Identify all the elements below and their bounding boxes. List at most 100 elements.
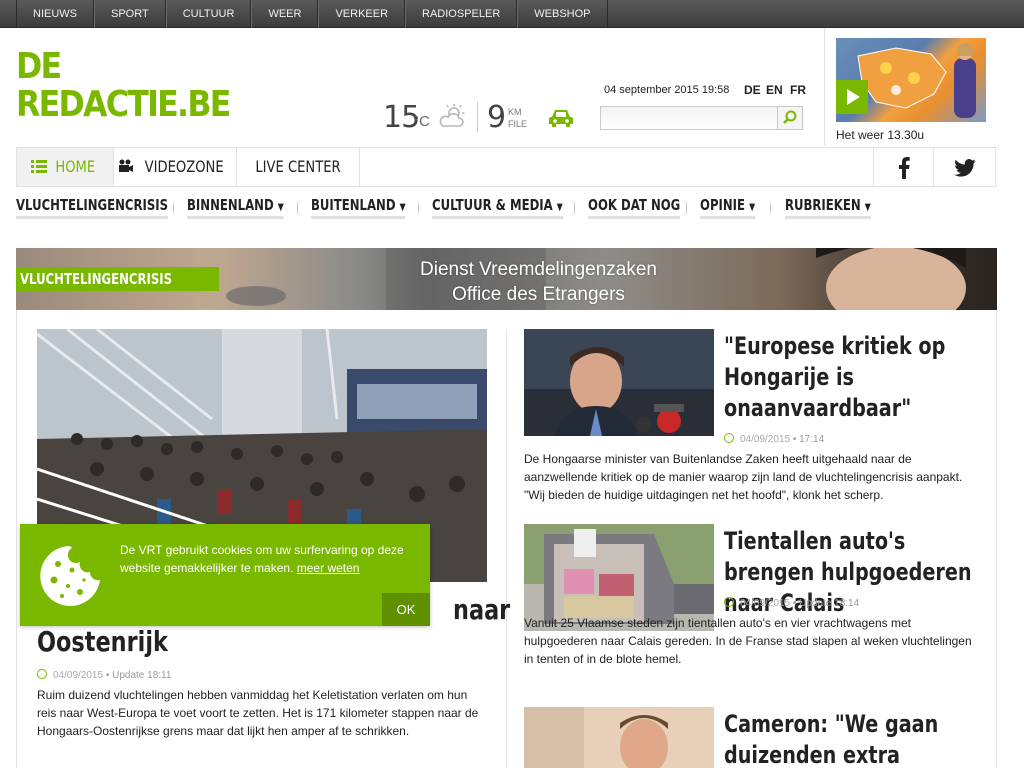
side-article-2-body: Vanuit 25 Vlaamse steden zijn tientallen… [524,616,972,666]
clock-icon [37,669,47,679]
banner-line-2-text: Office des Etrangers [452,284,625,305]
sun-cloud-icon[interactable] [438,104,466,130]
play-icon [847,89,860,105]
logo-line-1: DE [16,46,62,87]
category-navigation: VLUCHTELINGENCRISIS BINNENLAND ▼ BUITENL… [16,196,997,222]
category-binnenland[interactable]: BINNENLAND ▼ [187,196,284,219]
banner-line-1-text: Dienst Vreemdelingenzaken [420,259,657,280]
search-icon [783,110,797,124]
category-label: OPINIE [700,196,746,214]
category-cultuur-media[interactable]: CULTUUR & MEDIA ▼ [432,196,563,219]
tab-home[interactable]: HOME [16,148,114,186]
side-article-2-meta: 04/09/2015 • Update 18:14 [724,597,859,609]
side-article-1-meta: 04/09/2015 • 17:14 [724,433,824,445]
category-separator [770,202,771,214]
category-buitenland[interactable]: BUITENLAND ▼ [311,196,406,219]
topnav-cultuur[interactable]: CULTUUR [165,0,252,28]
topic-banner[interactable]: Dienst Vreemdelingenzaken Office des Etr… [16,248,997,310]
category-vluchtelingencrisis[interactable]: VLUCHTELINGENCRISIS [16,196,169,219]
dropdown-arrow-icon: ▼ [864,202,871,213]
cookie-more-info-link[interactable]: meer weten [297,561,360,575]
category-separator [686,202,687,214]
clock-icon [724,597,734,607]
topnav-sport[interactable]: SPORT [94,0,166,28]
category-opinie[interactable]: OPINIE ▼ [700,196,756,219]
banner-tag-label: VLUCHTELINGENCRISIS [20,270,173,288]
weather-video-widget[interactable]: Het weer 13.30u [824,28,1000,146]
main-article-title-line-2: Oostenrijk [37,625,168,658]
side-article-3-photo[interactable] [524,707,714,768]
twitter-icon [953,158,976,177]
main-article-update: Update 18:11 [112,670,172,681]
tab-live-center-label: LIVE CENTER [255,157,341,176]
traffic-km[interactable]: 9 [487,100,506,135]
topnav-nieuws[interactable]: NIEUWS [16,0,94,28]
cookie-ok-button[interactable]: OK [382,593,430,626]
category-ook-dat-nog[interactable]: OOK DAT NOG [588,196,681,219]
side-article-2-update: Update 18:14 [799,598,860,609]
video-camera-icon [118,149,134,187]
facebook-link[interactable] [873,148,934,186]
tab-videozone-label: VIDEOZONE [144,157,224,176]
language-de[interactable]: DE [744,83,761,97]
main-navigation: HOME VIDEOZONE LIVE CENTER [16,147,997,187]
logo-line-2: REDACTIE.BE [16,84,231,125]
dropdown-arrow-icon: ▼ [556,202,563,213]
category-separator [297,202,298,214]
side-article-2-date: 04/09/2015 [740,598,791,609]
cookie-icon [40,546,100,606]
facebook-icon [898,156,910,179]
language-en[interactable]: EN [766,83,783,97]
twitter-link[interactable] [934,148,996,186]
traffic-unit: KM FILE [508,106,527,130]
tab-videozone[interactable]: VIDEOZONE [114,148,237,186]
side-article-1-photo[interactable] [524,329,714,436]
category-label: VLUCHTELINGENCRISIS [16,196,169,214]
cameron-photo [524,707,714,768]
traffic-unit-km: KM [508,107,522,117]
weather-unit: °C [413,113,430,130]
minister-photo [524,329,714,436]
category-separator [574,202,575,214]
clock-icon [724,433,734,443]
side-article-1-body: De Hongaarse minister van Buitenlandse Z… [524,452,963,502]
weather-video-caption[interactable]: Het weer 13.30u [836,128,924,142]
cookie-notice: De VRT gebruikt cookies om uw surfervari… [20,524,430,626]
language-fr[interactable]: FR [790,83,806,97]
side-article-1-date: 04/09/2015 [740,434,791,445]
list-icon [30,149,47,187]
category-label: BINNENLAND [187,196,274,214]
category-label: RUBRIEKEN [785,196,861,214]
side-article-1-update: 17:14 [799,434,825,445]
cookie-message-text: De VRT gebruikt cookies om uw surfervari… [120,543,404,575]
side-article-1-title[interactable]: "Europese kritiek op Hongarije is onaanv… [724,331,996,424]
tab-live-center[interactable]: LIVE CENTER [237,148,360,186]
traffic-unit-file: FILE [508,119,528,129]
topnav-radiospeler[interactable]: RADIOSPELER [405,0,518,28]
category-label: CULTUUR & MEDIA [432,196,553,214]
topnav-webshop[interactable]: WEBSHOP [517,0,608,28]
top-navigation-bar: NIEUWS SPORT CULTUUR WEER VERKEER RADIOS… [0,0,1024,28]
tab-home-label: HOME [55,157,95,176]
search-button[interactable] [777,106,803,130]
banner-tag[interactable]: VLUCHTELINGENCRISIS [16,267,219,291]
cookie-message: De VRT gebruikt cookies om uw surfervari… [120,541,415,577]
play-button[interactable] [836,80,868,114]
topnav-verkeer[interactable]: VERKEER [318,0,406,28]
category-separator [418,202,419,214]
site-logo[interactable]: DE REDACTIE.BE [16,46,231,125]
category-rubrieken[interactable]: RUBRIEKEN ▼ [785,196,871,219]
category-label: OOK DAT NOG [588,196,681,214]
weather-video-thumbnail[interactable] [836,38,986,122]
column-divider [506,330,507,768]
category-separator [173,202,174,214]
car-icon[interactable] [548,106,574,130]
dropdown-arrow-icon: ▼ [399,202,406,213]
search-input[interactable] [600,106,778,130]
main-article-date: 04/09/2015 [53,670,104,681]
page: NIEUWS SPORT CULTUUR WEER VERKEER RADIOS… [0,0,1024,768]
topnav-weer[interactable]: WEER [251,0,319,28]
main-article-body: Ruim duizend vluchtelingen hebben vanmid… [37,688,479,738]
dropdown-arrow-icon: ▼ [749,202,756,213]
side-article-3-title[interactable]: Cameron: "We gaan duizenden extra Syrisc… [724,709,996,768]
